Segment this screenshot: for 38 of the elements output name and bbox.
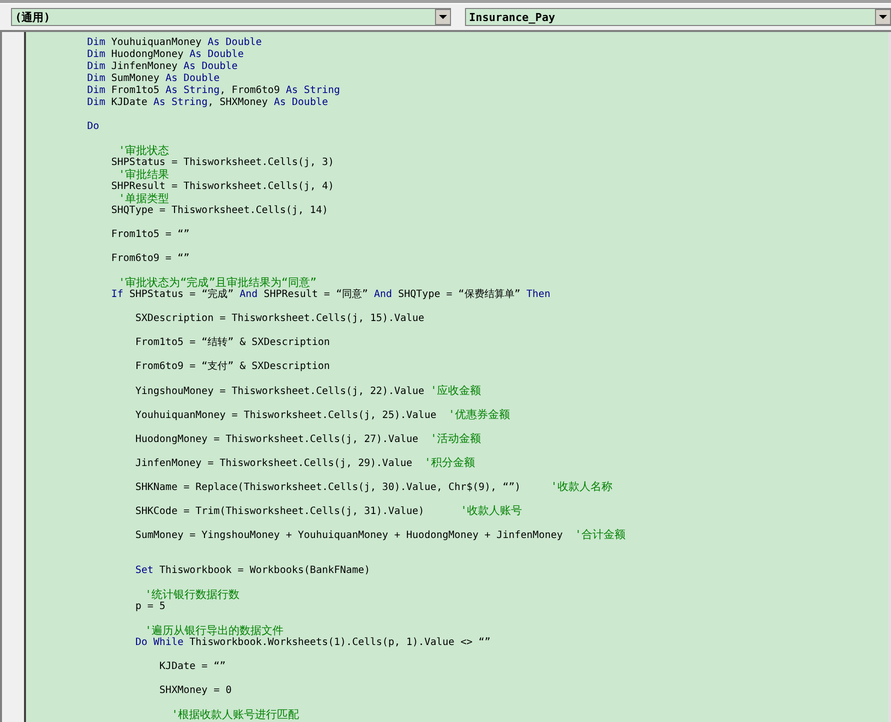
code-line: '根据收款人账号进行匹配 — [170, 709, 300, 721]
code-line: HuodongMoney = Thisworksheet.Cells(j, 27).Value '活动金额 — [134, 433, 481, 445]
code-line: '遍历从银行导出的数据文件 — [144, 625, 284, 637]
code-line: '单据类型 — [117, 193, 170, 205]
code-line: Dim HuodongMoney As Double — [86, 49, 244, 61]
object-dropdown[interactable]: (通用) — [11, 8, 451, 26]
code-line: Dim JinfenMoney As Double — [86, 61, 238, 73]
caret-icon — [435, 9, 451, 25]
code-line: SXDescription = Thisworksheet.Cells(j, 15).Value — [134, 313, 424, 325]
code-line: Dim KJDate As String, SHXMoney As Double — [86, 97, 328, 109]
code-line: SHPResult = Thisworksheet.Cells(j, 4) — [110, 181, 334, 193]
code-line: KJDate = “” — [158, 661, 226, 673]
code-line: Do While Thisworkbook.Worksheets(1).Cells(p, 1).Value <> “” — [134, 637, 491, 649]
code-line: YouhuiquanMoney = Thisworksheet.Cells(j, 25).Value '优惠券金额 — [134, 409, 510, 421]
code-line: Set Thisworkbook = Workbooks(BankFName) — [134, 565, 370, 577]
code-line: '审批状态 — [117, 145, 170, 157]
code-line: SHKCode = Trim(Thisworksheet.Cells(j, 31).Value) '收款人账号 — [134, 505, 522, 517]
code-line: SumMoney = YingshouMoney + YouhuiquanMoney + HuodongMoney + JinfenMoney '合计金额 — [134, 529, 626, 541]
code-line: SHXMoney = 0 — [158, 685, 232, 697]
code-line: p = 5 — [134, 601, 166, 613]
code-line: '统计银行数据行数 — [144, 589, 240, 601]
code-line: From1to5 = “” — [110, 229, 190, 241]
code-line: '审批结果 — [117, 169, 170, 181]
code-line: Dim YouhuiquanMoney As Double — [86, 37, 262, 49]
code-line: YingshouMoney = Thisworksheet.Cells(j, 22).Value '应收金额 — [134, 385, 481, 397]
code-line: SHKName = Replace(Thisworksheet.Cells(j, 30).Value, Chr$(9), “”) '收款人名称 — [134, 481, 612, 493]
code-line: '审批状态为“完成”且审批结果为“同意” — [117, 277, 317, 289]
code-line: Dim From1to5 As String, From6to9 As String — [86, 85, 340, 97]
code-line: Dim SumMoney As Double — [86, 73, 220, 85]
code-line: If SHPStatus = “完成” And SHPResult = “同意” And SHQType = “保费结算单” Then — [110, 289, 550, 301]
code-line: Do — [86, 121, 100, 133]
code-line: From6to9 = “支付” & SXDescription — [134, 361, 330, 373]
code-line: SHPStatus = Thisworksheet.Cells(j, 3) — [110, 157, 334, 168]
procedure-dropdown[interactable]: Insurance_Pay — [465, 8, 891, 26]
code-line: JinfenMoney = Thisworksheet.Cells(j, 29).Value '积分金额 — [134, 457, 475, 469]
code-line: SHQType = Thisworksheet.Cells(j, 14) — [110, 205, 328, 217]
code-line: From6to9 = “” — [110, 253, 190, 265]
code-line: From1to5 = “结转” & SXDescription — [134, 337, 330, 349]
